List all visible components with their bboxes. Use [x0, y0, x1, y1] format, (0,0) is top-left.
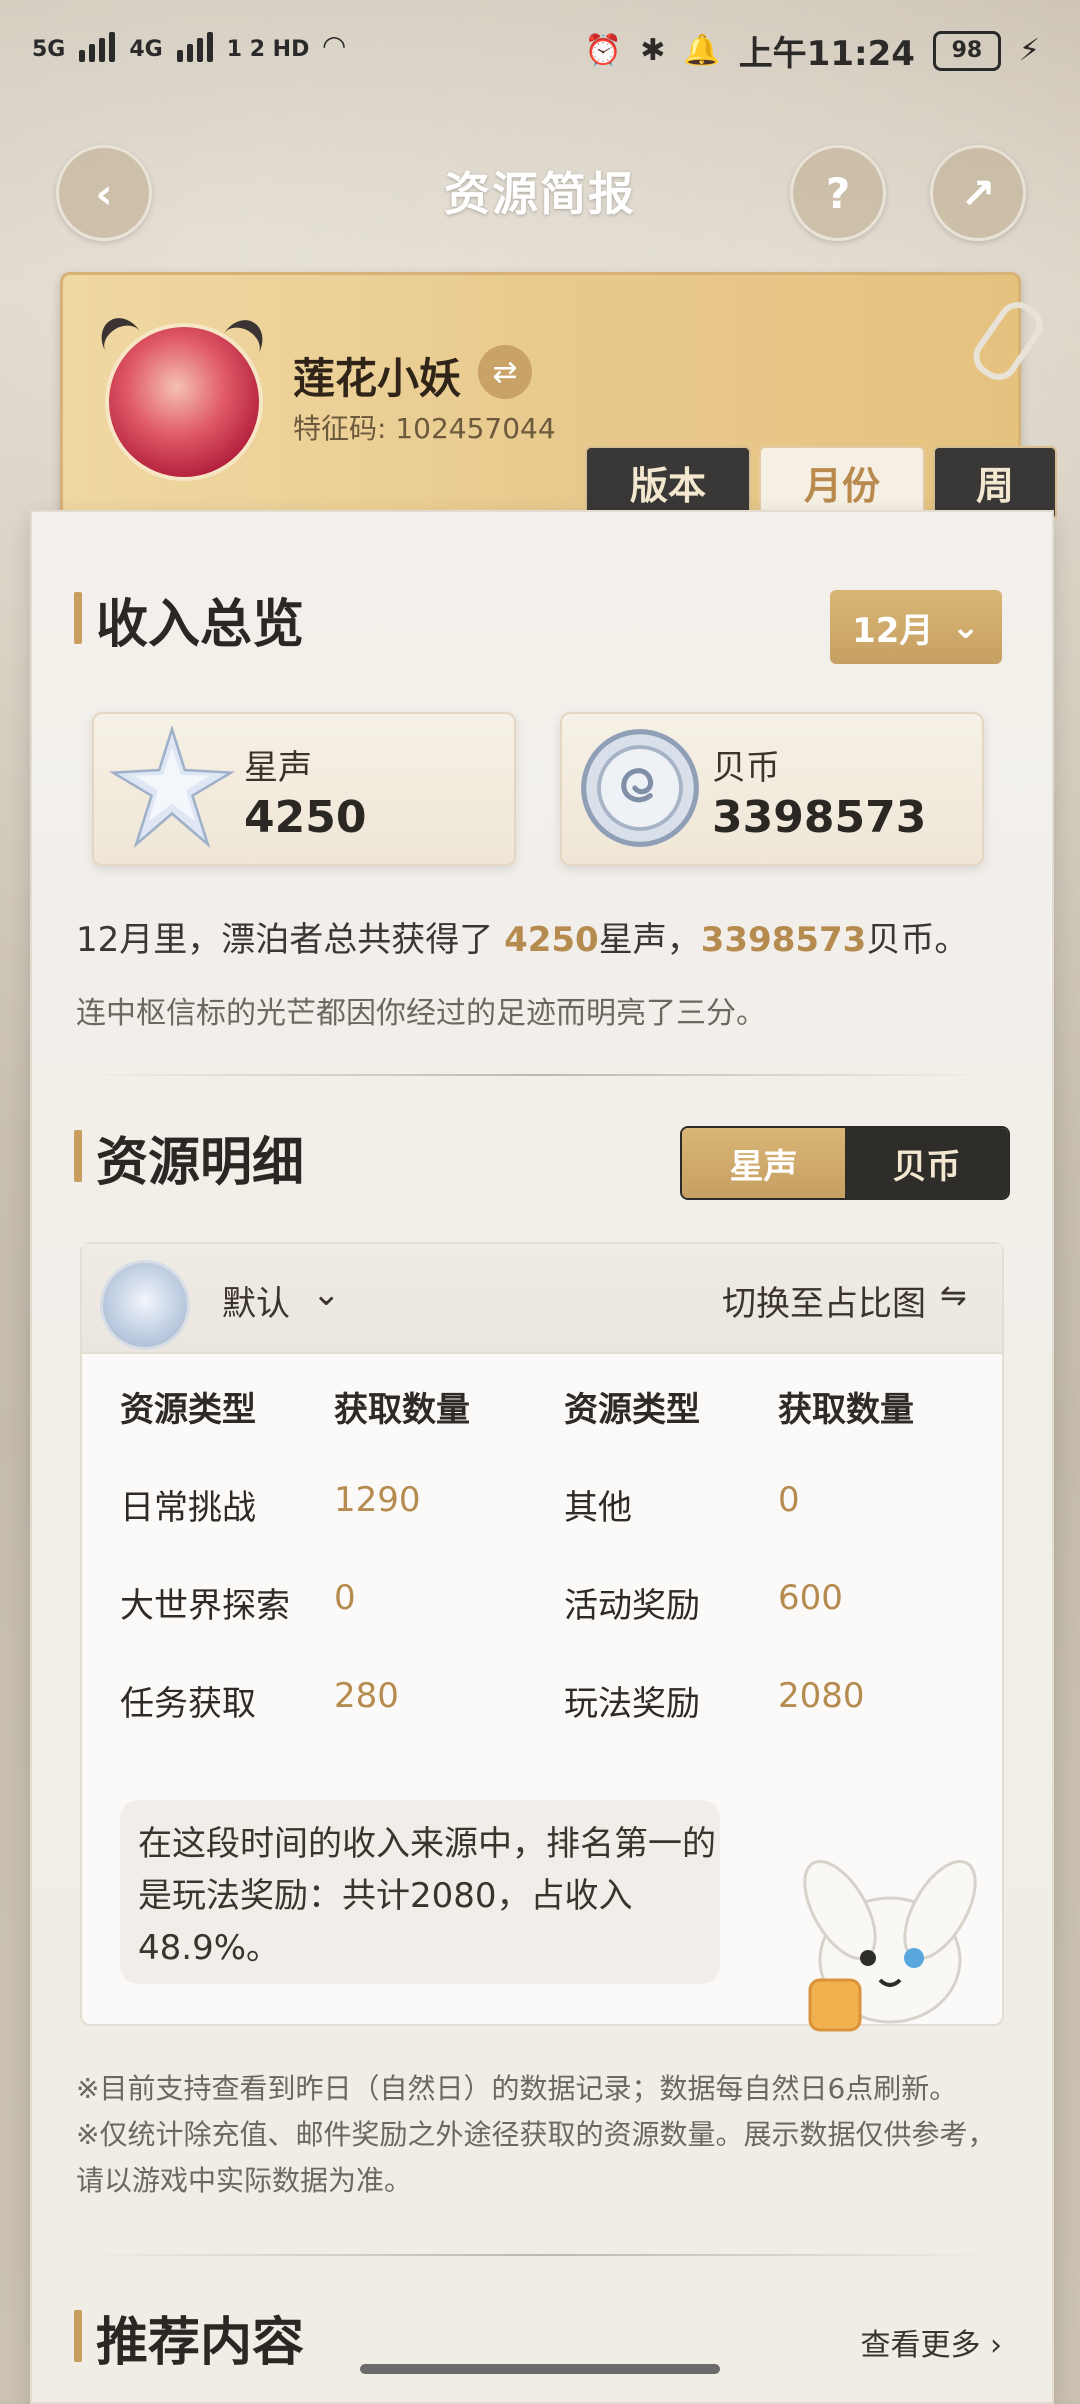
summary-value-coin: 3398573 — [712, 792, 927, 843]
status-time: 上午11:24 — [738, 34, 915, 74]
switch-to-pie-button[interactable]: 切换至占比图 — [722, 1276, 926, 1325]
status-left: 5G 4G 1 2 HD ◠ — [32, 28, 345, 62]
filter-dropdown[interactable]: 默认 — [222, 1276, 290, 1325]
income-summary-text: 12月里，漂泊者总共获得了 4250星声，3398573贝币。 — [76, 912, 968, 961]
section-divider — [78, 1074, 998, 1076]
tab-week-label: 周 — [975, 462, 1014, 508]
month-select-label: 12月 — [852, 610, 934, 651]
section-bar-recommend — [74, 2310, 82, 2362]
table-cell-value: 0 — [334, 1578, 356, 1618]
mascot-bunny-icon — [803, 1859, 977, 2032]
section-title-recommend: 推荐内容 — [96, 2312, 305, 2373]
table-cell-name: 大世界探索 — [120, 1586, 290, 1626]
signal-icon-1 — [79, 28, 116, 62]
chevron-down-icon: ⌄ — [951, 607, 980, 647]
period-tabs: 版本 月份 周 — [585, 446, 1057, 518]
note-line-1: ※目前支持查看到昨日（自然日）的数据记录；数据每自然日6点刷新。 — [76, 2072, 958, 2105]
notification-icon: 🔔 — [683, 33, 721, 68]
tab-version-label: 版本 — [629, 462, 706, 508]
tab-version[interactable]: 版本 — [585, 446, 751, 518]
summary-star-value: 4250 — [504, 920, 599, 960]
network-extra-label: 1 2 HD — [226, 37, 310, 62]
horn-left-icon — [93, 310, 153, 374]
column-header: 获取数量 — [334, 1390, 470, 1430]
detail-filter-bar: 默认 ⌄ 切换至占比图 ⇋ — [82, 1244, 1002, 1354]
question-icon: ? — [825, 168, 851, 218]
insight-bubble: 在这段时间的收入来源中，排名第一的是玩法奖励：共计2080，占收入48.9%。 — [120, 1800, 720, 1984]
income-flavor-text: 连中枢信标的光芒都因你经过的足迹而明亮了三分。 — [76, 996, 766, 1031]
summary-prefix: 12月里，漂泊者总共获得了 — [76, 920, 505, 960]
summary-coin-unit: 贝币。 — [866, 920, 969, 960]
share-icon: ↗ — [960, 168, 996, 218]
segment-star-label: 星声 — [729, 1146, 798, 1187]
chevron-down-icon[interactable]: ⌄ — [312, 1274, 341, 1314]
network-label-1: 5G — [32, 37, 66, 62]
summary-value-star: 4250 — [244, 792, 367, 843]
alarm-icon: ⏰ — [584, 33, 623, 68]
summary-coin-value: 3398573 — [700, 920, 867, 960]
table-cell-value: 2080 — [778, 1676, 865, 1716]
star-crystal-icon — [100, 1260, 190, 1350]
segment-star[interactable]: 星声 — [682, 1128, 845, 1198]
table-cell-value: 600 — [778, 1578, 843, 1618]
battery-icon: 98 — [932, 30, 1001, 71]
network-label-2: 4G — [129, 37, 163, 62]
table-cell-value: 0 — [778, 1480, 800, 1520]
summary-star-unit: 星声， — [598, 920, 701, 960]
summary-card-star: 星声 4250 — [92, 712, 516, 866]
table-cell-value: 1290 — [334, 1480, 421, 1520]
uid-label: 特征码: 102457044 — [293, 412, 556, 445]
table-cell-name: 玩法奖励 — [564, 1684, 700, 1724]
swap-icon[interactable]: ⇋ — [940, 1276, 967, 1314]
status-bar: 5G 4G 1 2 HD ◠ ⏰ ✱ 🔔 上午11:24 98 ⚡ — [0, 0, 1080, 110]
column-header: 获取数量 — [778, 1390, 914, 1430]
charging-icon: ⚡ — [1018, 33, 1040, 68]
home-indicator[interactable] — [360, 2364, 720, 2374]
see-more-link[interactable]: 查看更多 › — [860, 2320, 1002, 2364]
section-bar-detail — [74, 1130, 82, 1182]
table-cell-name: 任务获取 — [120, 1684, 256, 1724]
bluetooth-icon: ✱ — [640, 33, 666, 68]
horn-right-icon — [211, 312, 271, 376]
section-title-detail: 资源明细 — [96, 1132, 305, 1193]
segment-coin-label: 贝币 — [892, 1146, 961, 1187]
note-line-2: ※仅统计除充值、邮件奖励之外途径获取的资源数量。展示数据仅供参考，请以游戏中实际… — [76, 2118, 996, 2197]
tab-month-label: 月份 — [803, 462, 880, 508]
summary-label-star: 星声 — [244, 748, 312, 788]
segment-coin[interactable]: 贝币 — [845, 1128, 1008, 1198]
column-header: 资源类型 — [564, 1390, 700, 1430]
insight-text: 在这段时间的收入来源中，排名第一的是玩法奖励：共计2080，占收入48.9%。 — [138, 1824, 716, 1968]
table-cell-value: 280 — [334, 1676, 399, 1716]
shell-coin-icon — [581, 729, 699, 847]
table-cell-name: 活动奖励 — [564, 1586, 700, 1626]
column-header: 资源类型 — [120, 1390, 256, 1430]
summary-card-coin: 贝币 3398573 — [560, 712, 984, 866]
resource-segmented-control: 星声 贝币 — [680, 1126, 1010, 1200]
swap-account-icon[interactable]: ⇄ — [478, 345, 532, 399]
section-bar-income — [74, 592, 82, 644]
status-right: ⏰ ✱ 🔔 上午11:24 98 ⚡ — [585, 26, 1040, 75]
wifi-icon: ◠ — [323, 29, 345, 62]
share-button[interactable]: ↗ — [930, 145, 1026, 241]
section-title-income: 收入总览 — [96, 594, 305, 655]
month-select[interactable]: 12月 ⌄ — [830, 590, 1002, 664]
help-button[interactable]: ? — [790, 145, 886, 241]
header: ‹ 资源简报 ? ↗ — [0, 130, 1080, 250]
signal-icon-2 — [176, 28, 213, 62]
star-crystal-icon — [108, 724, 236, 849]
tab-month[interactable]: 月份 — [759, 446, 925, 518]
username: 莲花小妖 — [293, 354, 462, 403]
battery-level: 98 — [951, 38, 983, 63]
table-cell-name: 其他 — [564, 1488, 632, 1528]
summary-label-coin: 贝币 — [712, 748, 780, 788]
page-title: 资源简报 — [444, 167, 636, 221]
avatar[interactable] — [93, 310, 271, 481]
table-cell-name: 日常挑战 — [120, 1488, 256, 1528]
tab-week[interactable]: 周 — [933, 446, 1057, 518]
section-divider — [78, 2254, 998, 2256]
